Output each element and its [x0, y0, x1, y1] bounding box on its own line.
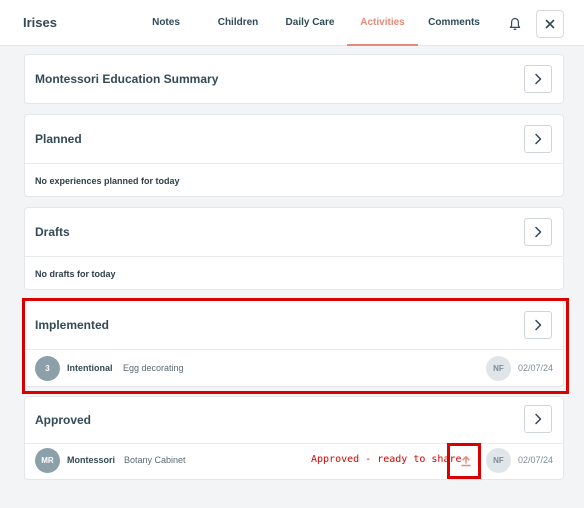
activity-category-badge: MR	[35, 448, 60, 473]
close-button[interactable]	[536, 10, 564, 38]
approved-title: Approved	[35, 413, 92, 427]
chevron-right-icon	[535, 133, 542, 145]
chevron-right-icon	[535, 226, 542, 238]
tab-children[interactable]: Children	[213, 0, 263, 46]
close-icon	[545, 19, 555, 29]
approved-card: Approved MR Montessori Botany Cabinet NF…	[24, 396, 564, 480]
planned-card: Planned No experiences planned for today	[24, 114, 564, 197]
activity-name: Botany Cabinet	[124, 455, 186, 465]
tab-comments[interactable]: Comments	[424, 0, 484, 46]
bell-icon[interactable]	[503, 14, 527, 34]
planned-empty-text: No experiences planned for today	[35, 176, 180, 186]
activity-type: Montessori	[67, 455, 116, 465]
tab-notes[interactable]: Notes	[146, 0, 186, 46]
approved-activity-row[interactable]: MR Montessori Botany Cabinet NF 02/07/24	[25, 443, 563, 479]
summary-expand-button[interactable]	[524, 65, 552, 93]
tab-activities[interactable]: Activities	[347, 0, 418, 46]
staff-avatar: NF	[486, 448, 511, 473]
drafts-empty-text: No drafts for today	[35, 269, 116, 279]
tab-daily-care[interactable]: Daily Care	[282, 0, 338, 46]
approved-annotation: Approved - ready to share	[311, 454, 462, 465]
top-bar: Irises Notes Children Daily Care Activit…	[0, 0, 584, 46]
summary-title: Montessori Education Summary	[35, 72, 219, 86]
drafts-card: Drafts No drafts for today	[24, 207, 564, 290]
planned-expand-button[interactable]	[524, 125, 552, 153]
activity-date: 02/07/24	[518, 455, 554, 465]
summary-card: Montessori Education Summary	[24, 54, 564, 104]
implemented-highlight-box	[22, 298, 569, 394]
drafts-expand-button[interactable]	[524, 218, 552, 246]
drafts-title: Drafts	[35, 225, 70, 239]
planned-title: Planned	[35, 132, 82, 146]
room-title: Irises	[23, 15, 57, 30]
chevron-right-icon	[535, 413, 542, 425]
approved-expand-button[interactable]	[524, 405, 552, 433]
chevron-right-icon	[535, 73, 542, 85]
